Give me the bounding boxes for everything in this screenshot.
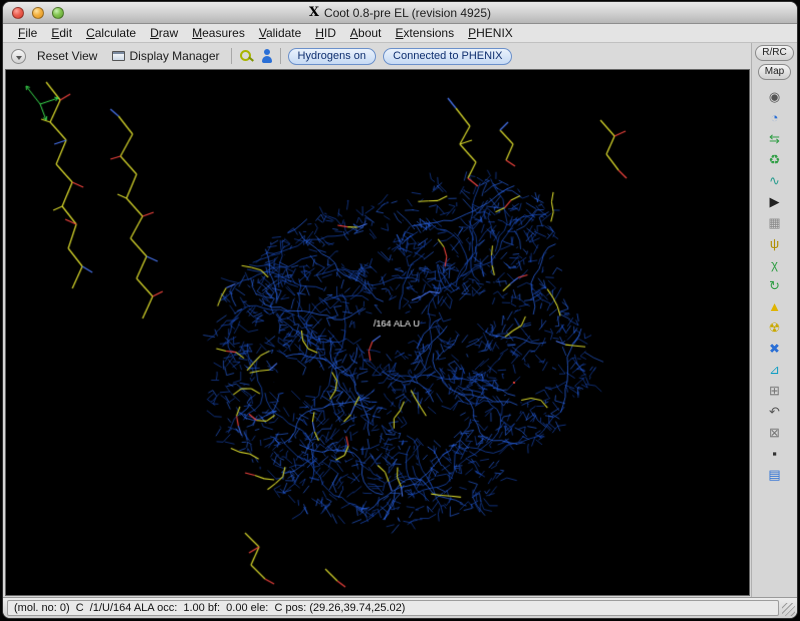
- close-button[interactable]: [12, 7, 24, 19]
- menu-draw[interactable]: Draw: [143, 25, 185, 41]
- pick-icon[interactable]: ◉: [762, 86, 788, 107]
- menu-about[interactable]: About: [343, 25, 388, 41]
- clock-icon[interactable]: ◔: [762, 107, 788, 128]
- toolbar: Reset View Display Manager Hydrogens on …: [3, 43, 751, 69]
- coot-window: X Coot 0.8-pre EL (revision 4925) File E…: [2, 1, 798, 619]
- x11-icon: X: [309, 5, 319, 20]
- zoom-button[interactable]: [52, 7, 64, 19]
- radioactive-icon[interactable]: ☢: [762, 317, 788, 338]
- menu-edit[interactable]: Edit: [44, 25, 79, 41]
- toolbar-separator: [280, 48, 281, 64]
- prism-icon[interactable]: ⊿: [762, 359, 788, 380]
- display-color-icon[interactable]: ▤: [762, 464, 788, 485]
- reset-view-label: Reset View: [37, 49, 97, 63]
- undo-icon[interactable]: ↶: [762, 401, 788, 422]
- window-title-text: Coot 0.8-pre EL (revision 4925): [324, 6, 491, 20]
- side-icon-stack: ◉◔⇆♻∿▶▦ψχ↻▲☢✖⊿⊞↶⊠▪▤: [762, 86, 788, 485]
- reset-view-button[interactable]: Reset View: [33, 47, 101, 65]
- clear-icon[interactable]: ⊠: [762, 422, 788, 443]
- chi-angles-icon[interactable]: χ: [762, 254, 788, 275]
- traffic-lights: [12, 7, 64, 19]
- resize-grip[interactable]: [782, 603, 795, 616]
- content-area: Reset View Display Manager Hydrogens on …: [3, 43, 797, 597]
- menu-extensions[interactable]: Extensions: [388, 25, 461, 41]
- menu-hid[interactable]: HID: [308, 25, 343, 41]
- display-manager-label: Display Manager: [129, 49, 219, 63]
- toolbar-overflow-button[interactable]: [11, 49, 26, 64]
- add-icon[interactable]: ⊞: [762, 380, 788, 401]
- rrc-button[interactable]: R/RC: [755, 45, 793, 61]
- hydrogens-toggle-button[interactable]: Hydrogens on: [288, 48, 377, 65]
- gl-viewport: [5, 69, 750, 596]
- key-icon[interactable]: [239, 49, 254, 64]
- main-column: Reset View Display Manager Hydrogens on …: [3, 43, 751, 597]
- rotate-bond-icon[interactable]: ↻: [762, 275, 788, 296]
- minimize-button[interactable]: [32, 7, 44, 19]
- right-toolbar-panel: R/RC Map ◉◔⇆♻∿▶▦ψχ↻▲☢✖⊿⊞↶⊠▪▤: [751, 43, 797, 597]
- grid-icon[interactable]: ▦: [762, 212, 788, 233]
- wave-icon[interactable]: ∿: [762, 170, 788, 191]
- recycle-refine-icon[interactable]: ♻: [762, 149, 788, 170]
- menu-calculate[interactable]: Calculate: [79, 25, 143, 41]
- window-title: X Coot 0.8-pre EL (revision 4925): [309, 5, 491, 20]
- menubar: File Edit Calculate Draw Measures Valida…: [3, 24, 797, 43]
- display-manager-button[interactable]: Display Manager: [108, 47, 223, 65]
- delete-x-icon[interactable]: ✖: [762, 338, 788, 359]
- display-manager-icon: [112, 51, 125, 61]
- dark-square-icon[interactable]: ▪: [762, 443, 788, 464]
- titlebar[interactable]: X Coot 0.8-pre EL (revision 4925): [3, 2, 797, 24]
- play-icon[interactable]: ▶: [762, 191, 788, 212]
- map-button[interactable]: Map: [758, 64, 791, 80]
- statusbar: (mol. no: 0) C /1/U/164 ALA occ: 1.00 bf…: [3, 597, 797, 618]
- psi-icon[interactable]: ψ: [762, 233, 788, 254]
- gl-canvas[interactable]: [6, 70, 749, 595]
- person-icon[interactable]: [261, 49, 273, 64]
- swap-view-icon[interactable]: ⇆: [762, 128, 788, 149]
- menu-phenix[interactable]: PHENIX: [461, 25, 520, 41]
- warning-triangle-icon[interactable]: ▲: [762, 296, 788, 317]
- phenix-connection-button[interactable]: Connected to PHENIX: [383, 48, 512, 65]
- toolbar-separator: [231, 48, 232, 64]
- status-text: (mol. no: 0) C /1/U/164 ALA occ: 1.00 bf…: [7, 600, 779, 616]
- menu-measures[interactable]: Measures: [185, 25, 252, 41]
- menu-validate[interactable]: Validate: [252, 25, 309, 41]
- menu-file[interactable]: File: [11, 25, 44, 41]
